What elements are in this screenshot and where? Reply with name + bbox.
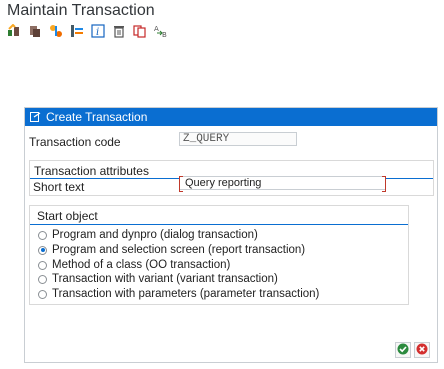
display-change-icon[interactable]	[6, 23, 21, 38]
svg-text:B: B	[162, 31, 167, 38]
start-option[interactable]: Method of a class (OO transaction)	[38, 259, 230, 271]
start-option[interactable]: Transaction with parameters (parameter t…	[38, 288, 319, 300]
page-title: Maintain Transaction	[7, 2, 155, 19]
radio-button-selected[interactable]	[38, 245, 47, 255]
svg-text:i: i	[96, 27, 99, 38]
radio-button[interactable]	[38, 260, 47, 270]
where-used-icon[interactable]	[69, 23, 84, 38]
transaction-code-field[interactable]: Z_QUERY	[179, 132, 297, 146]
start-option-label: Program and selection screen (report tra…	[52, 244, 306, 256]
transaction-attributes-title: Transaction attributes	[34, 164, 149, 178]
cancel-icon	[416, 343, 428, 358]
info-icon[interactable]: i	[90, 23, 105, 38]
toolbar: i AB	[6, 23, 174, 39]
cancel-button[interactable]	[414, 342, 430, 358]
start-option-label: Method of a class (OO transaction)	[52, 259, 231, 271]
radio-button[interactable]	[38, 274, 47, 284]
create-transaction-dialog: Create Transaction Transaction code Z_QU…	[24, 107, 438, 363]
confirm-icon	[397, 343, 409, 358]
dialog-header: Create Transaction	[25, 108, 437, 126]
copy-icon[interactable]	[27, 23, 42, 38]
start-object-group: Start object Program and dynpro (dialog …	[29, 205, 409, 305]
start-option[interactable]: Program and selection screen (report tra…	[38, 244, 305, 256]
short-text-field[interactable]: Query reporting	[179, 176, 386, 192]
translate-icon[interactable]: AB	[153, 23, 168, 38]
variants-icon[interactable]	[48, 23, 63, 38]
create-document-icon	[30, 112, 41, 122]
svg-text:A: A	[154, 25, 159, 33]
start-option-label: Transaction with variant (variant transa…	[52, 273, 278, 285]
start-option-label: Transaction with parameters (parameter t…	[52, 288, 320, 300]
start-option-label: Program and dynpro (dialog transaction)	[52, 229, 258, 241]
radio-button[interactable]	[38, 289, 47, 299]
transaction-code-label: Transaction code	[29, 135, 121, 149]
confirm-button[interactable]	[395, 342, 411, 358]
radio-button[interactable]	[38, 230, 47, 240]
start-object-title: Start object	[37, 209, 98, 223]
start-option[interactable]: Transaction with variant (variant transa…	[38, 273, 278, 285]
start-option[interactable]: Program and dynpro (dialog transaction)	[38, 229, 258, 241]
dialog-title: Create Transaction	[46, 110, 148, 124]
short-text-label: Short text	[33, 180, 85, 194]
duplicate-icon[interactable]	[132, 23, 147, 38]
delete-icon[interactable]	[111, 23, 126, 38]
